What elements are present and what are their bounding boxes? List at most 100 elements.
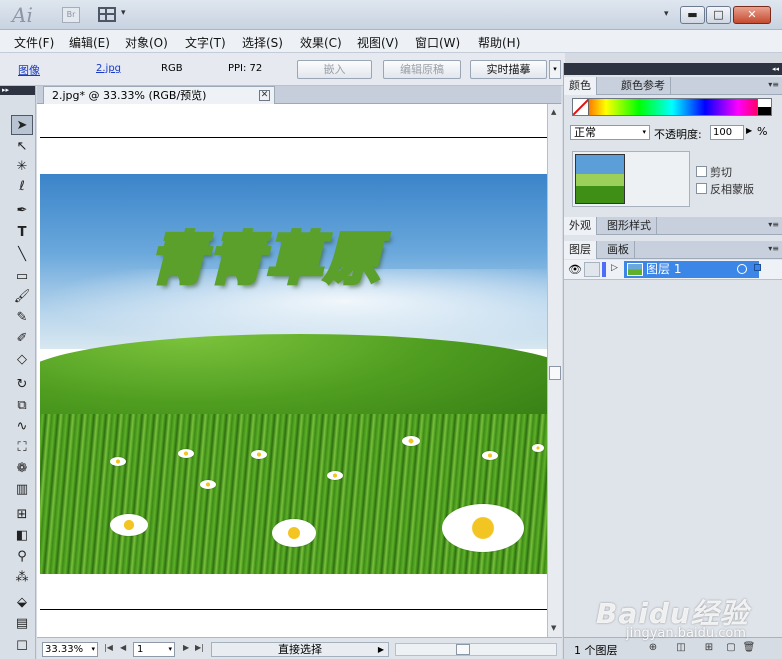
symbol-sprayer-tool-icon[interactable]: ❁ bbox=[11, 459, 33, 479]
embed-button[interactable]: 嵌入 bbox=[297, 60, 372, 79]
headline-text[interactable]: 青青草原 bbox=[148, 214, 382, 295]
blend-mode-select[interactable]: 正常 ▾ bbox=[570, 125, 650, 140]
horizontal-scrollbar[interactable] bbox=[395, 643, 557, 656]
magic-wand-tool-icon[interactable]: ✳ bbox=[11, 157, 33, 177]
menu-type[interactable]: 文字(T) bbox=[185, 34, 226, 51]
panel-menu-icon[interactable]: ▾≡ bbox=[768, 220, 779, 229]
selection-tool-icon[interactable]: ➤ bbox=[11, 115, 33, 135]
edit-original-button[interactable]: 编辑原稿 bbox=[383, 60, 461, 79]
locate-object-icon[interactable]: ⊕ bbox=[646, 641, 660, 655]
live-trace-button[interactable]: 实时描摹 bbox=[470, 60, 547, 79]
artboard-tool-icon[interactable]: ▤ bbox=[11, 614, 33, 634]
menu-window[interactable]: 窗口(W) bbox=[415, 34, 460, 51]
column-graph-tool-icon[interactable]: ▥ bbox=[11, 480, 33, 500]
menu-file[interactable]: 文件(F) bbox=[14, 34, 54, 51]
menu-edit[interactable]: 编辑(E) bbox=[69, 34, 110, 51]
live-paint-bucket-tool-icon[interactable]: ⬙ bbox=[11, 593, 33, 613]
blob-brush-tool-icon[interactable]: ✐ bbox=[11, 329, 33, 349]
direct-selection-tool-icon[interactable]: ↖ bbox=[11, 137, 33, 157]
new-layer-icon[interactable]: ▢ bbox=[724, 641, 738, 655]
mesh-tool-icon[interactable]: ⊞ bbox=[11, 505, 33, 525]
minimize-button[interactable]: ▬ bbox=[680, 6, 705, 24]
blend-tool-icon[interactable]: ⁂ bbox=[11, 568, 33, 588]
previous-artboard-icon[interactable]: ◀ bbox=[120, 643, 126, 652]
tab-layers[interactable]: 图层 bbox=[564, 241, 597, 259]
document-canvas[interactable]: 青青草原 bbox=[37, 104, 547, 637]
delete-layer-icon[interactable]: 🗑 bbox=[742, 641, 756, 655]
create-sublayer-icon[interactable]: ⊞ bbox=[702, 641, 716, 655]
tab-appearance[interactable]: 外观 bbox=[564, 217, 597, 235]
black-white-swatch[interactable] bbox=[757, 99, 771, 115]
type-tool-icon[interactable]: T bbox=[11, 223, 33, 243]
scale-tool-icon[interactable]: ⧉ bbox=[11, 396, 33, 416]
menu-view[interactable]: 视图(V) bbox=[357, 34, 399, 51]
object-thumbnail[interactable] bbox=[575, 154, 625, 204]
artboard-number-select[interactable]: 1 ▾ bbox=[133, 642, 175, 657]
first-artboard-icon[interactable]: |◀ bbox=[104, 643, 113, 652]
panel-menu-icon[interactable]: ▾≡ bbox=[768, 80, 779, 89]
rotate-tool-icon[interactable]: ↻ bbox=[11, 375, 33, 395]
tab-color-guide[interactable]: 颜色参考 bbox=[616, 77, 671, 95]
daisy-flower bbox=[251, 450, 267, 459]
invert-mask-checkbox-row[interactable]: 反相蒙版 bbox=[696, 181, 754, 197]
selection-indicator[interactable] bbox=[754, 264, 761, 271]
clip-checkbox-row[interactable]: 剪切 bbox=[696, 164, 732, 180]
last-artboard-icon[interactable]: ▶| bbox=[195, 643, 204, 652]
eyedropper-tool-icon[interactable]: ⚲ bbox=[11, 547, 33, 567]
menu-select[interactable]: 选择(S) bbox=[242, 34, 283, 51]
layer-target-icon[interactable] bbox=[737, 264, 747, 274]
arrange-documents-button[interactable]: ▾ bbox=[98, 5, 132, 25]
close-button[interactable]: ✕ bbox=[733, 6, 771, 24]
make-clipping-mask-icon[interactable]: ◫ bbox=[674, 641, 688, 655]
eraser-tool-icon[interactable]: ◇ bbox=[11, 350, 33, 370]
expand-triangle-icon[interactable]: ▷ bbox=[611, 263, 618, 273]
opacity-unit: % bbox=[757, 125, 768, 138]
tab-graphic-styles[interactable]: 图形样式 bbox=[602, 217, 657, 235]
next-artboard-icon[interactable]: ▶ bbox=[183, 643, 189, 652]
gradient-tool-icon[interactable]: ◧ bbox=[11, 526, 33, 546]
bridge-button[interactable]: Br bbox=[62, 7, 80, 23]
opacity-input[interactable]: 100 bbox=[710, 125, 744, 140]
menu-effect[interactable]: 效果(C) bbox=[300, 34, 342, 51]
linked-file-link[interactable]: 2.jpg bbox=[96, 63, 121, 74]
current-tool-status[interactable]: 直接选择 ▶ bbox=[211, 642, 389, 657]
paintbrush-tool-icon[interactable]: 🖌 bbox=[11, 287, 33, 307]
document-tab[interactable]: 2.jpg* @ 33.33% (RGB/预览) ✕ bbox=[43, 86, 275, 104]
panel-dock-grip[interactable]: ◂◂ bbox=[564, 63, 782, 75]
lasso-tool-icon[interactable]: ℓ bbox=[11, 177, 33, 197]
layer-thumbnail bbox=[627, 263, 643, 276]
vertical-scroll-thumb[interactable] bbox=[549, 366, 561, 380]
scroll-up-icon[interactable]: ▲ bbox=[551, 108, 556, 116]
pen-tool-icon[interactable]: ✒ bbox=[11, 201, 33, 221]
scroll-down-icon[interactable]: ▼ bbox=[551, 624, 556, 632]
tab-color[interactable]: 颜色 bbox=[564, 77, 597, 95]
placed-image[interactable]: 青青草原 bbox=[40, 174, 547, 574]
toolbox-grip[interactable]: ▸▸ bbox=[0, 86, 35, 95]
none-swatch-icon[interactable] bbox=[573, 99, 589, 115]
clip-checkbox[interactable] bbox=[696, 166, 707, 177]
warp-tool-icon[interactable]: ∿ bbox=[11, 417, 33, 437]
color-spectrum-ramp[interactable] bbox=[572, 98, 772, 116]
workspace-switcher-button[interactable]: ▾ bbox=[664, 9, 669, 19]
menu-help[interactable]: 帮助(H) bbox=[478, 34, 520, 51]
opacity-slider-arrow-icon[interactable]: ▶ bbox=[746, 126, 752, 135]
horizontal-scroll-thumb[interactable] bbox=[456, 644, 470, 655]
hand-tool-icon[interactable]: ☐ bbox=[11, 637, 33, 657]
rectangle-tool-icon[interactable]: ▭ bbox=[11, 267, 33, 287]
line-segment-tool-icon[interactable]: ╲ bbox=[11, 245, 33, 265]
close-tab-icon[interactable]: ✕ bbox=[259, 90, 270, 101]
panel-menu-icon[interactable]: ▾≡ bbox=[768, 244, 779, 253]
free-transform-tool-icon[interactable]: ⛶ bbox=[11, 438, 33, 458]
layer-row[interactable]: 👁 ▷ 图层 1 bbox=[564, 260, 782, 280]
live-trace-options-dropdown[interactable]: ▾ bbox=[549, 60, 561, 79]
zoom-select[interactable]: 33.33% ▾ bbox=[42, 642, 98, 657]
tab-artboards[interactable]: 画板 bbox=[602, 241, 635, 259]
vertical-scrollbar[interactable]: ▲ ▼ bbox=[547, 104, 562, 637]
invert-mask-checkbox[interactable] bbox=[696, 183, 707, 194]
menu-object[interactable]: 对象(O) bbox=[125, 34, 168, 51]
visibility-eye-icon[interactable]: 👁 bbox=[567, 262, 583, 277]
maximize-button[interactable]: □ bbox=[706, 6, 731, 24]
lock-toggle[interactable] bbox=[584, 262, 600, 277]
pencil-tool-icon[interactable]: ✎ bbox=[11, 308, 33, 328]
image-type-link[interactable]: 图像 bbox=[18, 62, 40, 78]
